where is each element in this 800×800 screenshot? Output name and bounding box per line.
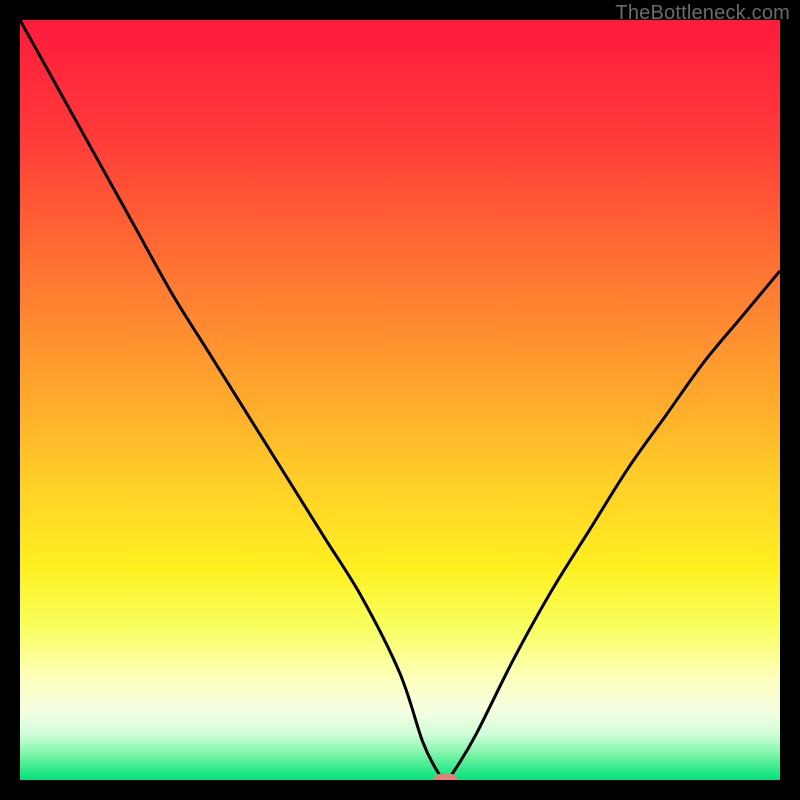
optimal-marker <box>434 774 458 780</box>
plot-area <box>20 20 780 780</box>
bottleneck-chart <box>20 20 780 780</box>
chart-container: TheBottleneck.com <box>0 0 800 800</box>
gradient-background <box>20 20 780 780</box>
